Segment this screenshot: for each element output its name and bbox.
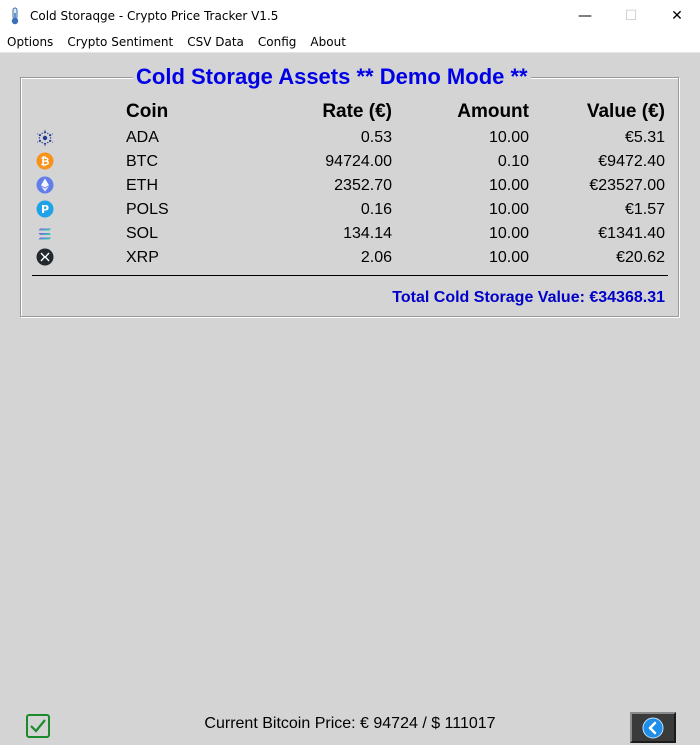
menu-about[interactable]: About bbox=[303, 35, 352, 49]
frame-title: Cold Storage Assets ** Demo Mode ** bbox=[133, 64, 531, 90]
row-rate: 134.14 bbox=[343, 225, 392, 242]
header-coin: Coin bbox=[126, 101, 169, 122]
minimize-button[interactable]: — bbox=[562, 0, 608, 32]
window-title: Cold Storaqge - Crypto Price Tracker V1.… bbox=[30, 9, 279, 23]
svg-text:₿: ₿ bbox=[41, 155, 50, 168]
row-rate: 2.06 bbox=[360, 249, 392, 266]
row-rate: 0.53 bbox=[360, 129, 392, 146]
row-coin: SOL bbox=[126, 225, 159, 242]
svg-text:P: P bbox=[41, 203, 49, 216]
chevron-left-icon bbox=[642, 717, 664, 738]
row-coin: ADA bbox=[126, 129, 159, 146]
row-amount: 10.00 bbox=[488, 177, 529, 194]
row-value: €5.31 bbox=[624, 129, 665, 146]
header-amount: Amount bbox=[457, 101, 529, 122]
btc-icon: ₿ bbox=[36, 152, 54, 170]
row-amount: 0.10 bbox=[497, 153, 529, 170]
thermometer-icon bbox=[10, 7, 20, 25]
window-controls: — ☐ ✕ bbox=[562, 0, 700, 32]
row-coin: ETH bbox=[126, 177, 158, 194]
total-value: Total Cold Storage Value: €34368.31 bbox=[392, 289, 665, 306]
row-coin: XRP bbox=[126, 249, 159, 266]
pols-icon: P bbox=[36, 200, 54, 218]
row-coin: POLS bbox=[126, 201, 169, 218]
menu-options[interactable]: Options bbox=[0, 35, 60, 49]
row-amount: 10.00 bbox=[488, 225, 529, 242]
close-button[interactable]: ✕ bbox=[654, 0, 700, 32]
row-coin: BTC bbox=[126, 153, 158, 170]
menu-crypto-sentiment[interactable]: Crypto Sentiment bbox=[60, 35, 180, 49]
row-amount: 10.00 bbox=[488, 201, 529, 218]
row-value: €1341.40 bbox=[598, 225, 665, 242]
menu-csv-data[interactable]: CSV Data bbox=[180, 35, 251, 49]
header-rate: Rate (€) bbox=[322, 101, 392, 122]
row-value: €20.62 bbox=[616, 249, 665, 266]
eth-icon bbox=[36, 176, 54, 194]
menu-bar: Options Crypto Sentiment CSV Data Config… bbox=[0, 32, 700, 53]
table-divider bbox=[32, 275, 668, 276]
bitcoin-price-status: Current Bitcoin Price: € 94724 / $ 11101… bbox=[204, 715, 496, 732]
row-value: €9472.40 bbox=[598, 153, 665, 170]
row-amount: 10.00 bbox=[488, 129, 529, 146]
menu-config[interactable]: Config bbox=[251, 35, 304, 49]
row-amount: 10.00 bbox=[488, 249, 529, 266]
row-rate: 2352.70 bbox=[334, 177, 392, 194]
header-value: Value (€) bbox=[586, 101, 665, 122]
xrp-icon bbox=[36, 248, 54, 266]
back-button[interactable] bbox=[630, 712, 676, 743]
title-bar: Cold Storaqge - Crypto Price Tracker V1.… bbox=[0, 0, 700, 32]
sol-icon bbox=[36, 225, 54, 243]
row-rate: 94724.00 bbox=[325, 153, 392, 170]
ada-icon bbox=[36, 129, 54, 147]
row-rate: 0.16 bbox=[360, 201, 392, 218]
maximize-button[interactable]: ☐ bbox=[608, 0, 654, 32]
row-value: €23527.00 bbox=[589, 177, 665, 194]
row-value: €1.57 bbox=[624, 201, 665, 218]
